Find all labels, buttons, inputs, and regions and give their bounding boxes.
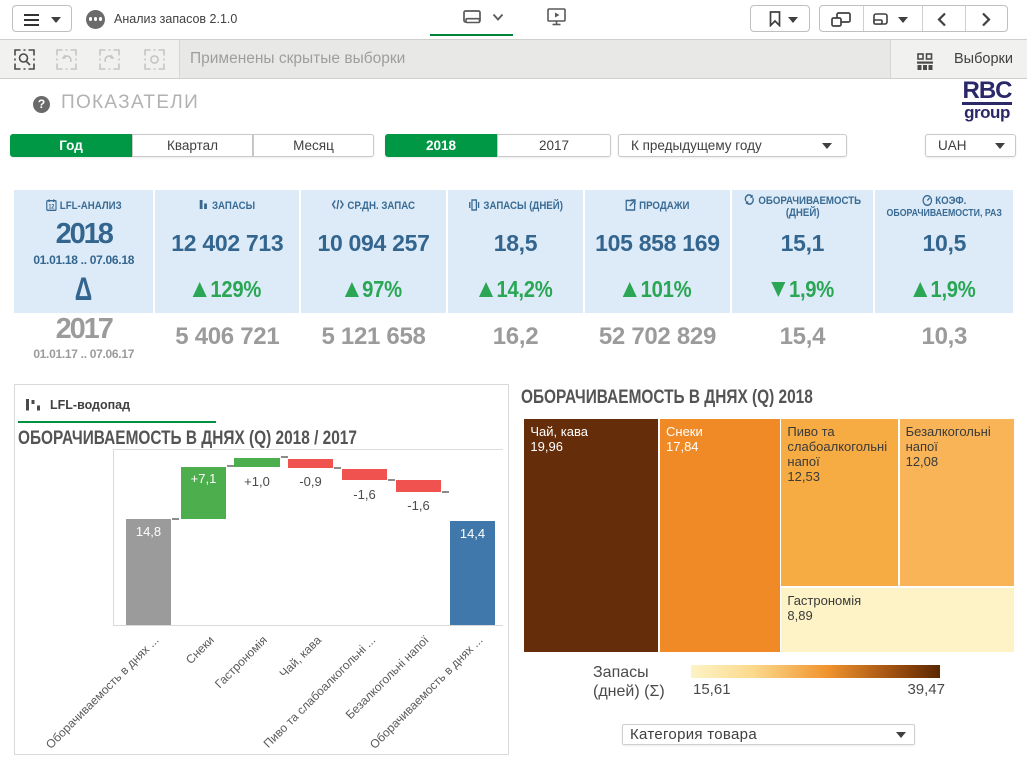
svg-text:12: 12 <box>48 204 54 210</box>
